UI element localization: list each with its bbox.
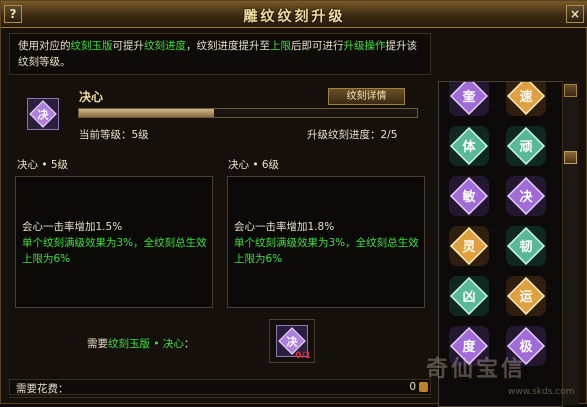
- rune-gem-char: 体: [462, 139, 476, 155]
- intro-keyword: 纹刻玉版: [70, 40, 113, 52]
- rune-gem-icon[interactable]: 体: [447, 124, 491, 168]
- upgrade-progress-bar: [78, 108, 418, 118]
- current-level-title: 决心 • 5级: [17, 159, 69, 171]
- effect-note: 单个纹刻满级效果为3%，全纹刻总生效上限为6%: [22, 237, 207, 265]
- upgrade-progress-text: 升级纹刻进度：2/5: [307, 129, 398, 141]
- rune-gem-char: 顽: [519, 140, 532, 155]
- rune-gem-icon[interactable]: 灵: [447, 224, 491, 268]
- rune-detail-button[interactable]: 纹刻详情: [328, 88, 405, 105]
- scroll-thumb[interactable]: [564, 151, 577, 164]
- effect-text: 会心一击率增加1.5%: [22, 221, 123, 233]
- intro-keyword: 纹刻进度: [144, 40, 186, 52]
- effect-note: 单个纹刻满级效果为3%，全纹刻总生效上限为6%: [234, 237, 419, 265]
- rune-gem-icon[interactable]: 顽: [504, 124, 548, 168]
- rune-gem-icon[interactable]: 韧: [504, 224, 548, 268]
- intro-part: ，纹刻进度提升至: [186, 40, 270, 52]
- rune-upgrade-window: ? 雕纹纹刻升级 × 使用对应的纹刻玉版可提升纹刻进度，纹刻进度提升至上限后即可…: [0, 0, 587, 407]
- intro-text: 使用对应的纹刻玉版可提升纹刻进度，纹刻进度提升至上限后即可进行升级操作提升该纹刻…: [9, 33, 431, 75]
- intro-part: 可提升: [112, 40, 145, 52]
- cost-label: 需要花费：: [16, 383, 69, 395]
- rune-gem-icon[interactable]: 敏: [447, 174, 491, 218]
- next-level-title: 决心 • 6级: [228, 159, 280, 171]
- required-suffix: ：: [183, 338, 195, 350]
- rune-icon-char: 决: [38, 108, 50, 122]
- rune-gem-icon[interactable]: 速: [504, 81, 548, 118]
- rune-gem-icon[interactable]: 运: [504, 274, 548, 318]
- window-title: 雕纹纹刻升级: [243, 9, 346, 25]
- intro-part: 使用对应的: [18, 40, 71, 52]
- scroll-up-button[interactable]: [564, 84, 577, 97]
- close-button[interactable]: ×: [566, 5, 584, 23]
- intro-part: 后即可进行: [291, 40, 344, 52]
- rune-name: 决心: [79, 90, 104, 104]
- rune-gem-char: 速: [519, 89, 532, 105]
- cost-value: 0: [409, 381, 416, 393]
- rune-gem-char: 奎: [461, 89, 476, 105]
- rune-gem-char: 敏: [461, 189, 476, 205]
- effect-text: 会心一击率增加1.8%: [234, 221, 335, 233]
- rune-gem-char: 灵: [462, 240, 476, 255]
- upgrade-progress-fill: [79, 109, 215, 117]
- rune-gem-icon[interactable]: 凶: [447, 274, 491, 318]
- rune-gem-icon[interactable]: 决: [504, 174, 548, 218]
- current-level-panel: 会心一击率增加1.5% 单个纹刻满级效果为3%，全纹刻总生效上限为6%: [15, 176, 213, 308]
- required-item-name: 纹刻玉版 • 决心: [108, 338, 184, 350]
- intro-keyword: 升级操作: [343, 40, 386, 52]
- required-item-slot[interactable]: 决 0/1: [269, 319, 315, 363]
- intro-keyword: 上限: [270, 40, 291, 52]
- required-prefix: 需要: [87, 338, 108, 350]
- rune-gem-icon[interactable]: 奎: [447, 81, 491, 118]
- title-bar[interactable]: ? 雕纹纹刻升级 ×: [1, 1, 587, 28]
- watermark-url: www.skds.com: [508, 387, 575, 397]
- rune-gem-char: 运: [519, 290, 532, 305]
- required-item-label: 需要纹刻玉版 • 决心：: [87, 336, 194, 351]
- rune-icon: 决: [27, 98, 59, 130]
- rune-gem-char: 凶: [462, 290, 475, 305]
- required-item-count: 0/1: [295, 351, 311, 361]
- current-level: 当前等级：5级: [79, 129, 149, 141]
- cost-bar: 需要花费： 0: [9, 379, 431, 395]
- rune-gem-char: 决: [519, 189, 533, 205]
- rune-tablet-icon-char: 决: [287, 335, 299, 349]
- bottom-strip: [9, 397, 431, 406]
- rune-gem-char: 韧: [519, 239, 532, 255]
- next-level-panel: 会心一击率增加1.8% 单个纹刻满级效果为3%，全纹刻总生效上限为6%: [227, 176, 425, 308]
